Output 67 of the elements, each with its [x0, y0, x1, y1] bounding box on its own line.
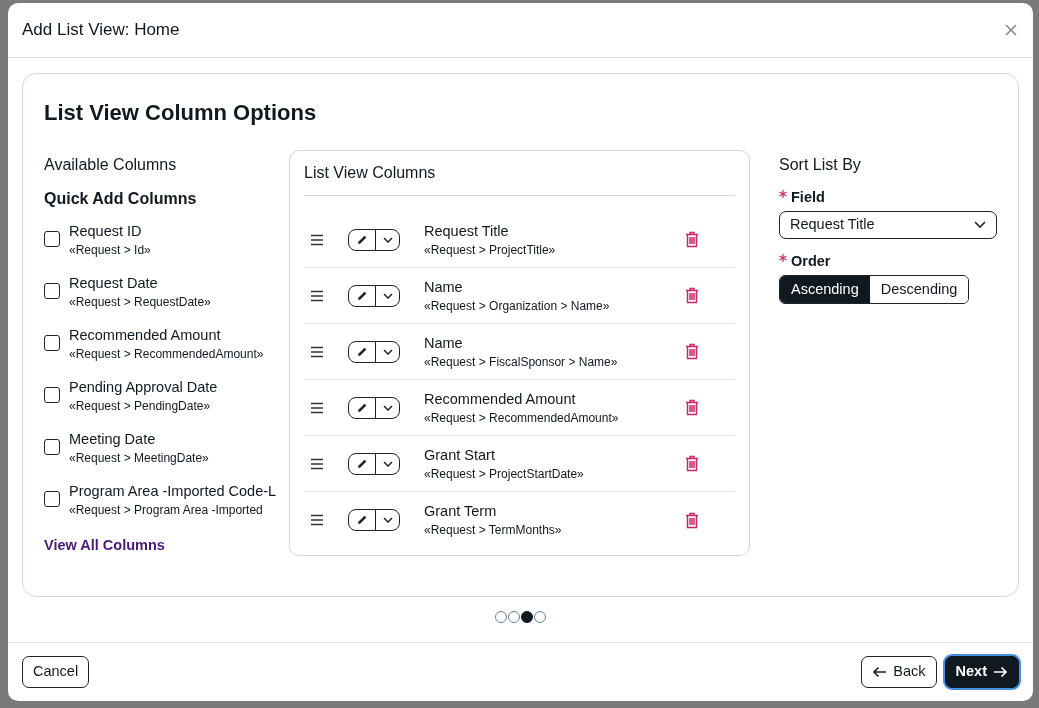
checkbox[interactable]	[44, 335, 60, 351]
arrow-right-icon	[993, 666, 1008, 678]
drag-handle-icon[interactable]	[310, 345, 324, 358]
checkbox[interactable]	[44, 491, 60, 507]
column-path: «Request > MeetingDate»	[69, 450, 209, 467]
column-path: «Request > TermMonths»	[424, 522, 563, 539]
edit-button-group[interactable]	[348, 452, 400, 475]
trash-icon[interactable]	[685, 343, 699, 360]
column-label: Request Date	[69, 274, 159, 293]
close-icon[interactable]	[1005, 24, 1017, 36]
trash-icon[interactable]	[685, 287, 699, 304]
column-label: Meeting Date	[69, 430, 157, 449]
trash-icon[interactable]	[685, 231, 699, 248]
cancel-button[interactable]: Cancel	[22, 656, 90, 688]
column-label: Pending Approval Date	[69, 378, 218, 397]
checkbox[interactable]	[44, 387, 60, 403]
column-label: Recommended Amount	[69, 326, 222, 345]
column-title: Request Title	[424, 221, 510, 241]
arrow-left-icon	[872, 666, 888, 678]
checkbox[interactable]	[44, 283, 60, 299]
drag-handle-icon[interactable]	[310, 289, 324, 302]
field-label: Field	[791, 189, 825, 205]
edit-button-group[interactable]	[348, 396, 400, 419]
checkbox[interactable]	[44, 231, 60, 247]
field-label: Order	[791, 252, 831, 269]
order-toggle[interactable]: Ascending	[780, 275, 870, 304]
panel-heading: List View Columns	[304, 161, 735, 196]
column-path: «Request > Organization > Name»	[424, 297, 611, 315]
drag-handle-icon[interactable]	[310, 233, 324, 246]
drag-handle-icon[interactable]	[310, 457, 324, 470]
column-title: Name	[424, 333, 464, 353]
column-title: Grant Start	[424, 445, 496, 465]
dialog-title: Add List View: Home	[22, 19, 180, 42]
trash-icon[interactable]	[685, 399, 699, 416]
column-path: «Request > Id»	[69, 242, 151, 259]
column-heading: Available Columns	[44, 155, 178, 175]
column-label: Request ID	[69, 222, 143, 241]
column-title: Name	[424, 277, 464, 297]
column-path: «Request > RecommendedAmount»	[424, 409, 620, 427]
column-path: «Request > RecommendedAmount»	[69, 346, 264, 363]
column-path: «Request > Program Area -Imported	[69, 502, 264, 519]
edit-button-group[interactable]	[348, 340, 400, 363]
edit-button-group[interactable]	[348, 284, 400, 307]
column-subheading: Quick Add Columns	[44, 189, 198, 209]
column-path: «Request > RequestDate»	[69, 294, 211, 311]
column-path: «Request > FiscalSponsor > Name»	[424, 353, 619, 371]
column-label: Program Area -Imported Code-L	[69, 482, 277, 501]
trash-icon[interactable]	[685, 511, 699, 529]
sort-heading: Sort List By	[779, 155, 862, 175]
section-title: List View Column Options	[44, 99, 318, 127]
column-title: Grant Term	[424, 502, 498, 521]
column-path: «Request > ProjectTitle»	[424, 241, 557, 259]
step-dot[interactable]	[521, 611, 533, 623]
select-field[interactable]: Request Title	[779, 210, 997, 239]
column-path: «Request > PendingDate»	[69, 398, 212, 415]
drag-handle-icon[interactable]	[310, 514, 324, 526]
drag-handle-icon[interactable]	[310, 401, 324, 414]
column-title: Recommended Amount	[424, 389, 577, 409]
chevron-icon	[974, 220, 986, 229]
column-path: «Request > ProjectStartDate»	[424, 465, 585, 483]
checkbox[interactable]	[44, 439, 60, 455]
view-all-link[interactable]: View All Columns	[44, 537, 165, 553]
next-button[interactable]: Next	[944, 656, 1019, 688]
edit-button-group[interactable]	[348, 509, 400, 531]
edit-button-group[interactable]	[348, 228, 400, 251]
trash-icon[interactable]	[685, 455, 699, 472]
back-button[interactable]: Back	[861, 656, 937, 688]
